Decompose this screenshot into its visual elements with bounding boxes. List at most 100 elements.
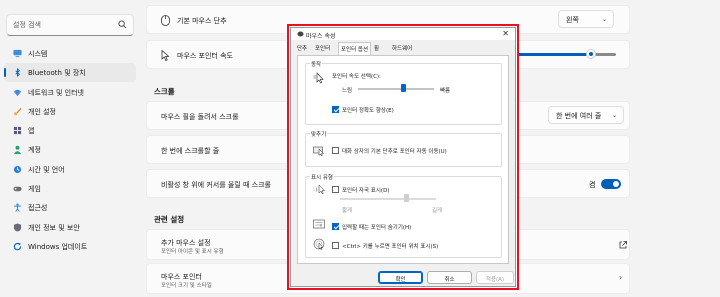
sidebar-item-network[interactable]: 네트워크 및 인터넷 [4, 83, 136, 102]
hide-pointer-icon [313, 219, 325, 229]
pointer-trails-icon [313, 184, 325, 195]
snap-checkbox[interactable] [332, 147, 339, 154]
search-placeholder: 설정 검색 [13, 21, 41, 29]
snap-label: 대화 상자의 기본 단추로 포인터 자동 이동(U) [342, 149, 447, 155]
person-icon [13, 146, 22, 155]
trails-checkbox[interactable] [332, 186, 339, 193]
globe-clock-icon [13, 165, 22, 173]
visibility-group: 표시 유형 포인터 자국 표시(D) 짧게 길게 입력할 때는 포인터 숨기기(… [305, 173, 502, 258]
speed-thumb[interactable] [401, 84, 407, 92]
chevron-down-icon: ⌄ [611, 112, 617, 119]
sidebar-item-label: 시스템 [28, 50, 48, 58]
tab-pointers[interactable]: 포인터 [315, 44, 330, 52]
trails-thumb[interactable] [404, 194, 409, 202]
pointer-speed-thumb[interactable] [586, 49, 596, 59]
accessibility-icon [13, 203, 22, 213]
sidebar-item-label: 게임 [28, 185, 41, 194]
primary-button-label: 기본 마우스 단추 [177, 17, 227, 25]
sidebar-item-personalization[interactable]: 개인 설정 [4, 102, 136, 121]
ctrl-locate-label: <Ctrl> 키를 누르면 포인터 위치 표시(S) [342, 244, 439, 250]
update-icon [13, 242, 22, 251]
sidebar-item-system[interactable]: 시스템 [4, 44, 136, 63]
settings-nav: 시스템 Bluetooth 및 장치 네트워크 및 인터넷 개인 설정 앱 계정… [4, 44, 136, 256]
pointer-speed-fill [516, 53, 591, 56]
ctrl-locate-checkbox[interactable] [332, 242, 339, 249]
tab-buttons[interactable]: 단추 [297, 44, 307, 52]
pointer-icon [161, 50, 170, 61]
gamepad-icon [13, 186, 22, 192]
pointer-options-panel: 동작 포인터 속도 선택(C): 느림 빠름 포인터 정확도 향상(E) 맞추기… [297, 55, 509, 264]
tab-hardware[interactable]: 하드웨어 [392, 44, 412, 52]
sidebar-item-label: 접근성 [28, 204, 48, 213]
speed-fast-label: 빠름 [440, 88, 451, 94]
speed-slow-label: 느림 [342, 88, 353, 94]
motion-group-title: 동작 [310, 60, 323, 68]
settings-search-input[interactable]: 설정 검색 [6, 14, 134, 36]
dialog-title: 마우스 속성 [306, 33, 336, 40]
close-icon[interactable]: ✕ [502, 29, 509, 38]
dialog-tabs: 단추 포인터 포인터 옵션 휠 하드웨어 [291, 42, 515, 55]
settings-sidebar: 설정 검색 시스템 Bluetooth 및 장치 네트워크 및 인터넷 개인 설… [0, 0, 140, 297]
mouse-pointer-sub: 포인터 크기 및 스타일 [161, 283, 212, 289]
precision-checkbox[interactable] [332, 106, 339, 113]
monitor-icon [13, 49, 22, 58]
tab-pointer-options[interactable]: 포인터 옵션 [338, 42, 372, 55]
sidebar-item-time-language[interactable]: 시간 및 언어 [4, 160, 136, 179]
sidebar-item-windows-update[interactable]: Windows 업데이트 [4, 237, 136, 256]
pointer-speed-trackbar[interactable] [358, 84, 434, 94]
tab-wheel[interactable]: 휠 [374, 44, 379, 52]
sidebar-item-privacy[interactable]: 개인 정보 및 보안 [4, 218, 136, 237]
roll-scroll-select[interactable]: 한 번에 여러 줄 ⌄ [548, 106, 624, 124]
speed-track [358, 88, 434, 90]
apply-button[interactable]: 적용(A) [476, 271, 514, 284]
sidebar-item-apps[interactable]: 앱 [4, 121, 136, 140]
ctrl-locate-icon [313, 238, 325, 250]
sidebar-item-accounts[interactable]: 계정 [4, 140, 136, 159]
inactive-scroll-label: 비활성 창 위에 커서를 올릴 때 스크롤 [161, 181, 271, 189]
sidebar-item-label: 개인 정보 및 보안 [28, 223, 80, 232]
pointer-speed-slider[interactable] [516, 49, 616, 59]
dialog-titlebar: 마우스 속성 ✕ [291, 28, 515, 40]
chevron-right-icon: › [619, 273, 623, 282]
scroll-section-heading: 스크롤 [154, 87, 175, 96]
pointer-speed-icon [313, 72, 324, 84]
additional-mouse-sub: 포인터 아이콘 및 표시 유형 [161, 249, 224, 255]
sidebar-item-label: 개인 설정 [28, 107, 56, 116]
trails-label: 포인터 자국 표시(D) [342, 188, 390, 194]
brush-icon [14, 107, 22, 116]
hide-pointer-label: 입력할 때는 포인터 숨기기(H) [342, 225, 412, 231]
shield-icon [13, 223, 22, 232]
sidebar-item-label: 네트워크 및 인터넷 [28, 88, 84, 97]
wifi-icon [13, 89, 22, 96]
sidebar-item-label: 계정 [28, 146, 41, 155]
chevron-down-icon: ⌄ [601, 16, 607, 23]
roll-scroll-value: 한 번에 여러 줄 [556, 112, 602, 120]
snap-group-title: 맞추기 [310, 130, 328, 138]
roll-scroll-label: 마우스 휠을 돌려서 스크롤 [161, 113, 239, 121]
inactive-scroll-toggle[interactable] [601, 179, 621, 189]
mouse-properties-dialog: 마우스 속성 ✕ 단추 포인터 포인터 옵션 휠 하드웨어 동작 포인터 속도 … [290, 27, 516, 287]
visibility-group-title: 표시 유형 [310, 173, 334, 181]
speed-label: 포인터 속도 선택(C): [332, 74, 381, 80]
sidebar-item-gaming[interactable]: 게임 [4, 179, 136, 198]
mouse-icon [161, 15, 170, 26]
precision-label: 포인터 정확도 향상(E) [342, 108, 394, 114]
trails-long-label: 길게 [432, 208, 443, 214]
bluetooth-icon [15, 68, 20, 78]
sidebar-item-label: Bluetooth 및 장치 [28, 69, 86, 78]
sidebar-item-accessibility[interactable]: 접근성 [4, 198, 136, 217]
ok-button[interactable]: 확인 [378, 271, 423, 284]
mouse-icon [297, 31, 304, 37]
sidebar-item-bluetooth[interactable]: Bluetooth 및 장치 [4, 63, 136, 83]
related-section-heading: 관련 설정 [154, 215, 185, 224]
hide-pointer-checkbox[interactable] [332, 223, 339, 230]
trails-track [340, 198, 436, 200]
trails-length-trackbar[interactable] [340, 194, 440, 204]
trails-short-label: 짧게 [342, 208, 353, 214]
motion-group: 동작 포인터 속도 선택(C): 느림 빠름 포인터 정확도 향상(E) [305, 60, 502, 125]
sidebar-item-label: 앱 [28, 127, 35, 136]
snap-to-icon [313, 146, 325, 156]
primary-button-select[interactable]: 왼쪽 ⌄ [558, 10, 614, 28]
cancel-button[interactable]: 취소 [427, 271, 472, 284]
sidebar-item-label: 시간 및 언어 [28, 165, 65, 174]
